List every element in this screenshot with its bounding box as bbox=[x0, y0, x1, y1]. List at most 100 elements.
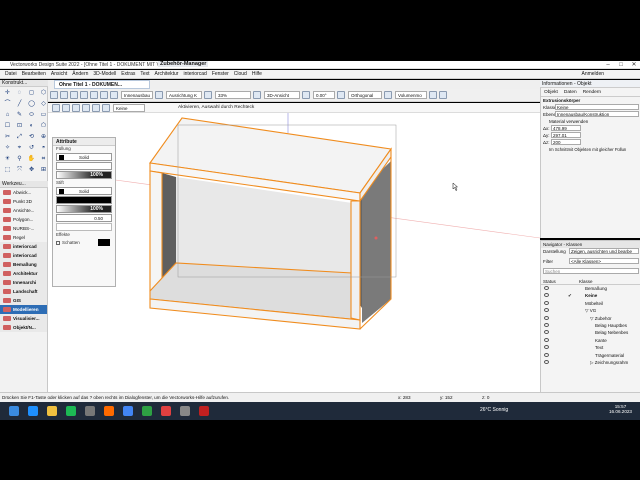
tool-icon-27[interactable]: ⌗ bbox=[39, 155, 48, 164]
lasso-mode-icon[interactable] bbox=[62, 104, 70, 112]
tool-icon-24[interactable]: ☀ bbox=[3, 155, 12, 164]
class-row[interactable]: Kante bbox=[541, 337, 640, 344]
pen-color-field[interactable] bbox=[56, 196, 112, 204]
zoom-icon[interactable] bbox=[80, 91, 88, 99]
menu-2[interactable]: Ansicht bbox=[51, 71, 67, 77]
menu-8[interactable]: interiorcad bbox=[183, 71, 206, 77]
visibility-eye-icon[interactable] bbox=[544, 337, 549, 342]
tool-icon-21[interactable]: ⌖ bbox=[15, 144, 24, 153]
toolset-item-14[interactable]: Visualisier... bbox=[0, 314, 47, 323]
toolset-item-3[interactable]: Polygon... bbox=[0, 215, 47, 224]
minimize-button[interactable]: – bbox=[602, 61, 614, 69]
tool-icon-28[interactable]: ⬚ bbox=[3, 166, 12, 175]
render-icon[interactable] bbox=[384, 91, 392, 99]
tool-icon-20[interactable]: ✧ bbox=[3, 144, 12, 153]
fill-color-field[interactable] bbox=[56, 162, 112, 170]
shadow-color-swatch[interactable] bbox=[97, 239, 110, 246]
class-row[interactable]: Trägermaterial bbox=[541, 352, 640, 359]
menu-6[interactable]: Text bbox=[140, 71, 149, 77]
menu-1[interactable]: Bearbeiten bbox=[22, 71, 46, 77]
tool-icon-16[interactable]: ✂ bbox=[3, 133, 12, 142]
tool-icon-10[interactable]: ⬭ bbox=[27, 111, 36, 120]
visibility-eye-icon[interactable] bbox=[544, 300, 549, 305]
menu-11[interactable]: Hilfe bbox=[252, 71, 262, 77]
system-clock[interactable]: 15:57 16.06.2023 bbox=[609, 404, 632, 414]
tool-icon-14[interactable]: ◐ bbox=[27, 122, 36, 131]
document-tab[interactable]: Ohne Titel 1 - DOKUMEN... bbox=[54, 80, 150, 89]
tool-icon-6[interactable]: ◯ bbox=[27, 100, 36, 109]
class-row[interactable]: ▽ VG bbox=[541, 307, 640, 314]
tool-icon-23[interactable]: ◓ bbox=[39, 144, 48, 153]
section-checkbox-row[interactable]: Im Schnittmit Objekten mit gleicher Füll… bbox=[541, 146, 640, 153]
angle-field[interactable]: 0.00° bbox=[313, 91, 335, 99]
projection-select[interactable]: Orthogonal bbox=[348, 91, 382, 99]
alignment-select[interactable]: Ausrichtung K bbox=[166, 91, 202, 99]
tool-icon-0[interactable]: ✛ bbox=[3, 89, 12, 98]
tool-icon-4[interactable]: ⌒ bbox=[3, 100, 12, 109]
classes-icon[interactable] bbox=[110, 91, 118, 99]
toolset-item-7[interactable]: interiorcad bbox=[0, 251, 47, 260]
flyover-icon[interactable] bbox=[50, 91, 58, 99]
close-button[interactable]: ✕ bbox=[628, 61, 640, 69]
tool-icon-17[interactable]: ⤢ bbox=[15, 133, 24, 142]
class-row[interactable]: Möbelteil bbox=[541, 300, 640, 307]
render-select[interactable]: Volumenmo bbox=[395, 91, 427, 99]
tool-icon-25[interactable]: ⚲ bbox=[15, 155, 24, 164]
rect-view-icon[interactable] bbox=[90, 91, 98, 99]
select-mode-icon[interactable] bbox=[52, 104, 60, 112]
menu-9[interactable]: Fenster bbox=[212, 71, 229, 77]
menu-7[interactable]: Architektur bbox=[155, 71, 179, 77]
taskbar-app-icon[interactable] bbox=[199, 406, 209, 416]
display-select[interactable]: Zeigen, ausrichten und bearbe bbox=[569, 248, 639, 254]
toolset-item-15[interactable]: Objekt/N... bbox=[0, 323, 47, 332]
shadow-checkbox[interactable] bbox=[56, 240, 60, 245]
tool-icon-13[interactable]: ⊡ bbox=[15, 122, 24, 131]
line-width-field[interactable]: 0.50 bbox=[56, 214, 112, 222]
dx-field[interactable]: 478.99 bbox=[551, 125, 581, 131]
class-row[interactable]: Bemaßung bbox=[541, 285, 640, 292]
taskbar-app-icon[interactable] bbox=[104, 406, 114, 416]
tool-icon-31[interactable]: ⊞ bbox=[39, 166, 48, 175]
toolset-item-5[interactable]: Regel bbox=[0, 233, 47, 242]
taskbar-app-icon[interactable] bbox=[47, 406, 57, 416]
visibility-eye-icon[interactable] bbox=[544, 352, 549, 357]
visibility-eye-icon[interactable] bbox=[544, 359, 549, 364]
tab-data[interactable]: Daten bbox=[561, 90, 580, 95]
visibility-eye-icon[interactable] bbox=[544, 308, 549, 313]
tool-icon-12[interactable]: ☐ bbox=[3, 122, 12, 131]
toolset-item-2[interactable]: Ansichte... bbox=[0, 206, 47, 215]
class-row[interactable]: ▽ Zubehör bbox=[541, 315, 640, 322]
weather-widget[interactable]: 26°C Sonnig bbox=[480, 407, 508, 413]
view-cube-icon[interactable] bbox=[253, 91, 261, 99]
rotate-icon[interactable] bbox=[302, 91, 310, 99]
tool-icon-18[interactable]: ⟲ bbox=[27, 133, 36, 142]
toolset-item-9[interactable]: Architektur bbox=[0, 269, 47, 278]
layers-icon[interactable] bbox=[100, 91, 108, 99]
class-mode-select[interactable]: Keine bbox=[113, 104, 145, 112]
login-link[interactable]: Anmelden bbox=[581, 71, 604, 77]
settings-mode-icon[interactable] bbox=[102, 104, 110, 112]
pen-style-select[interactable]: Solid bbox=[56, 187, 112, 195]
visibility-eye-icon[interactable] bbox=[544, 345, 549, 350]
tool-icon-1[interactable]: ◌ bbox=[15, 89, 24, 98]
align-icon[interactable] bbox=[155, 91, 163, 99]
taskbar-app-icon[interactable] bbox=[123, 406, 133, 416]
light-icon[interactable] bbox=[429, 91, 437, 99]
taskbar-app-icon[interactable] bbox=[180, 406, 190, 416]
accessory-manager-title[interactable]: Zubehör-Manager bbox=[158, 61, 209, 67]
navigator-search-input[interactable]: Suchen bbox=[543, 268, 639, 274]
tool-icon-9[interactable]: ✎ bbox=[15, 111, 24, 120]
tool-icon-15[interactable]: ⬠ bbox=[39, 122, 48, 131]
pan-icon[interactable] bbox=[70, 91, 78, 99]
visibility-eye-icon[interactable] bbox=[544, 293, 549, 298]
visibility-eye-icon[interactable] bbox=[544, 315, 549, 320]
taskbar-app-icon[interactable] bbox=[66, 406, 76, 416]
class-row[interactable]: Belag Hauptbes bbox=[541, 322, 640, 329]
tab-render[interactable]: Rendern bbox=[580, 90, 604, 95]
toolset-item-10[interactable]: Innenarchi bbox=[0, 278, 47, 287]
zoom-in-icon[interactable] bbox=[204, 91, 212, 99]
visibility-eye-icon[interactable] bbox=[544, 322, 549, 327]
layer-select[interactable]: Innenausbau/Konstruktion bbox=[555, 111, 639, 117]
saved-views-icon[interactable] bbox=[439, 91, 447, 99]
transform-mode-icon[interactable] bbox=[92, 104, 100, 112]
